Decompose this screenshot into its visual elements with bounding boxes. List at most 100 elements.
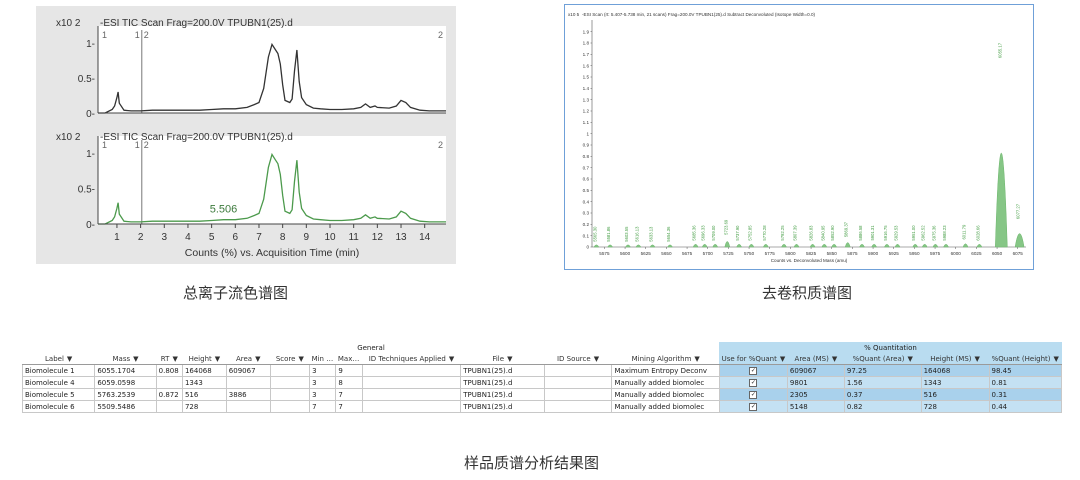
- column-header-row: Label ▼ Mass ▼ RT ▼ Height ▼ Area ▼ Score ▼ Mi…: [22, 353, 1062, 365]
- table-cell: 3: [309, 364, 337, 377]
- x-tick-label: 5: [209, 232, 215, 243]
- table-row[interactable]: Biomolecule 1 6055.1704 0.808 164068 609067 3…: [21, 364, 1063, 377]
- y-tick-label: 1.3: [583, 97, 590, 102]
- col-header[interactable]: Height ▼: [182, 353, 227, 365]
- table-cell: 7: [335, 388, 363, 401]
- filter-icon[interactable]: ▼: [334, 355, 336, 363]
- peak-label: 5633.13: [649, 226, 654, 242]
- filter-icon[interactable]: ▼: [780, 355, 785, 363]
- peak-label: 5962.52: [921, 225, 926, 241]
- y-tick-label: 0.6: [583, 177, 590, 182]
- table-cell: 0.808: [155, 364, 183, 377]
- col-header[interactable]: Min Z▼: [309, 353, 336, 365]
- peak-label: 6028.66: [975, 225, 980, 241]
- y-multiplier: x10 2: [56, 132, 81, 143]
- col-header[interactable]: Area (MS) ▼: [787, 353, 845, 365]
- col-header[interactable]: Area ▼: [226, 353, 271, 365]
- col-header[interactable]: ID Techniques Applied ▼: [362, 353, 461, 365]
- panel-title: -ESI TIC Scan Frag=200.0V TPUBN1(25).d: [100, 132, 293, 143]
- table-cell: [269, 364, 311, 377]
- table-row[interactable]: Biomolecule 4 6059.0598 1343 3 8 TPUBN1(25).d…: [21, 376, 1063, 389]
- peak-annotation: 5.506: [210, 203, 238, 215]
- table-cell: 728: [920, 400, 990, 413]
- table-row[interactable]: Biomolecule 6 5509.5486 728 7 7 TPUBN1(25).d M…: [21, 400, 1063, 413]
- x-tick-label: 8: [280, 232, 286, 243]
- table-cell: Biomolecule 6: [21, 400, 96, 413]
- table-cell: Manually added biomolec: [611, 388, 720, 401]
- x-tick-label: 5650: [661, 251, 672, 256]
- marker-label: 2: [144, 30, 149, 40]
- peak-label: 5929.53: [894, 225, 899, 241]
- table-cell: 97.25: [843, 364, 922, 377]
- y-tick-label: 1.4: [583, 86, 590, 91]
- col-header[interactable]: Label ▼: [22, 353, 95, 365]
- quant-checkbox[interactable]: ✓: [749, 379, 758, 387]
- table-cell: 3: [309, 388, 337, 401]
- table-cell: 0.81: [988, 376, 1063, 389]
- peak-label: 5852.90: [830, 225, 835, 241]
- table-cell: 0.44: [988, 400, 1063, 413]
- peak-label: 6011.79: [961, 224, 966, 239]
- table-cell: [361, 376, 462, 389]
- col-header[interactable]: Use for %Quant ▼: [719, 353, 788, 365]
- quant-checkbox[interactable]: ✓: [749, 367, 758, 375]
- x-tick-label: 2: [138, 232, 144, 243]
- table-cell: 1343: [181, 376, 227, 389]
- table-cell: [155, 400, 183, 413]
- col-header[interactable]: %Quant (Height) ▼: [989, 353, 1062, 365]
- table-row[interactable]: Biomolecule 5 5763.2539 0.872 516 3886 3 7 TPUB…: [21, 388, 1063, 401]
- peak-label: 5654.36: [666, 226, 671, 242]
- table-cell: 164068: [920, 364, 990, 377]
- table-cell: 164068: [181, 364, 227, 377]
- filter-icon[interactable]: ▼: [1054, 355, 1059, 363]
- col-header[interactable]: RT ▼: [156, 353, 183, 365]
- filter-icon[interactable]: ▼: [694, 355, 699, 363]
- table-cell: TPUBN1(25).d: [460, 388, 545, 401]
- y-tick-label: 0.7: [583, 165, 590, 170]
- filter-icon[interactable]: ▼: [907, 355, 912, 363]
- filter-icon[interactable]: ▼: [507, 355, 512, 363]
- table-cell: Manually added biomolec: [611, 376, 720, 389]
- filter-icon[interactable]: ▼: [215, 355, 220, 363]
- table-cell: 1.56: [843, 376, 922, 389]
- filter-icon[interactable]: ▼: [67, 355, 72, 363]
- peak-label: 5916.75: [883, 225, 888, 241]
- quant-checkbox[interactable]: ✓: [749, 391, 758, 399]
- col-header[interactable]: Score ▼: [270, 353, 310, 365]
- x-tick-label: 5625: [641, 251, 652, 256]
- x-tick-label: 5875: [847, 251, 858, 256]
- col-header[interactable]: Mining Algorithm ▼: [611, 353, 720, 365]
- use-for-quant-cell: ✓: [718, 376, 788, 389]
- filter-icon[interactable]: ▼: [298, 355, 303, 363]
- table-cell: 9: [335, 364, 363, 377]
- filter-icon[interactable]: ▼: [832, 355, 837, 363]
- table-cell: [543, 388, 613, 401]
- col-header[interactable]: %Quant (Area) ▼: [844, 353, 922, 365]
- table-cell: [361, 364, 462, 377]
- filter-icon[interactable]: ▼: [594, 355, 599, 363]
- table-cell: 8: [335, 376, 363, 389]
- x-tick-label: 5575: [599, 251, 610, 256]
- col-header[interactable]: File ▼: [460, 353, 545, 365]
- x-tick-label: 5750: [744, 251, 755, 256]
- table-cell: 728: [181, 400, 227, 413]
- col-header[interactable]: ID Source ▼: [544, 353, 612, 365]
- filter-icon[interactable]: ▼: [133, 355, 138, 363]
- quant-checkbox[interactable]: ✓: [749, 403, 758, 411]
- col-header[interactable]: Mass ▼: [94, 353, 157, 365]
- filter-icon[interactable]: ▼: [255, 355, 260, 363]
- col-header[interactable]: Max Z▼: [335, 353, 363, 365]
- filter-icon[interactable]: ▼: [172, 355, 177, 363]
- filter-icon[interactable]: ▼: [975, 355, 980, 363]
- col-header[interactable]: Height (MS) ▼: [921, 353, 990, 365]
- peak-label: 5696.33: [701, 225, 706, 241]
- x-tick-label: 6: [233, 232, 239, 243]
- peak-label: 5901.31: [870, 225, 875, 241]
- peak-label: 5616.13: [634, 226, 639, 242]
- x-tick-label: 6050: [992, 251, 1003, 256]
- marker-label: 2: [438, 140, 443, 150]
- table-cell: Biomolecule 1: [21, 364, 96, 377]
- peak-label: 5988.23: [942, 225, 947, 241]
- peak-label: 6055.17: [997, 42, 1002, 58]
- filter-icon[interactable]: ▼: [449, 355, 454, 363]
